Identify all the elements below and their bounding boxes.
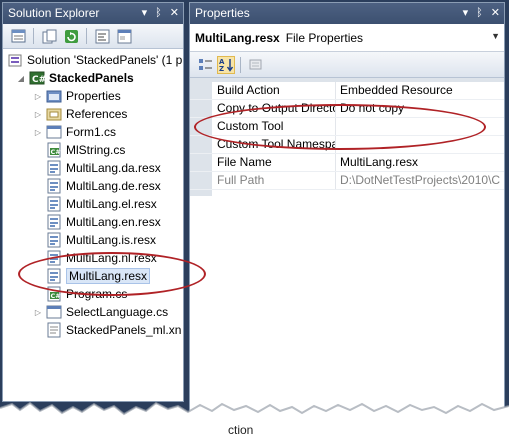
tree-item-label: Form1.cs <box>66 125 117 139</box>
object-type: File Properties <box>285 30 364 45</box>
tree-item[interactable]: MultiLang.da.resx <box>46 159 161 177</box>
annotation-oval-custom-tool <box>194 104 486 150</box>
tree-item-label: Properties <box>66 89 121 103</box>
svg-text:Z: Z <box>219 65 224 72</box>
tree-item[interactable]: ▷ References <box>33 105 127 123</box>
expand-arrow-icon[interactable]: ▷ <box>33 123 43 141</box>
form-icon <box>46 124 62 140</box>
tree-item-label: MultiLang.en.resx <box>66 215 161 229</box>
solution-explorer-title: Solution Explorer <box>8 6 100 20</box>
bottom-fragment-text: ction <box>228 423 254 437</box>
solution-explorer-title-bar[interactable]: Solution Explorer ▾ ᛒ ✕ <box>3 3 183 24</box>
tree-item-label: MultiLang.is.resx <box>66 233 157 247</box>
csharp-project-icon: C# <box>29 70 45 86</box>
resx-file-icon <box>46 196 62 212</box>
view-designer-button[interactable] <box>115 27 133 45</box>
property-name: File Name <box>212 154 336 171</box>
tree-item-label: References <box>66 107 128 121</box>
categorized-button[interactable] <box>196 56 214 74</box>
tree-item[interactable]: C# MlString.cs <box>46 141 125 159</box>
torn-edge <box>0 401 509 441</box>
property-value[interactable]: Embedded Resource <box>336 82 504 99</box>
solution-explorer-toolbar <box>3 24 183 49</box>
toolbar-separator <box>33 28 34 44</box>
resx-file-icon <box>46 232 62 248</box>
tree-item[interactable]: StackedPanels_ml.xn <box>46 321 181 339</box>
property-pages-button[interactable] <box>246 56 264 74</box>
csharp-file-icon: C# <box>46 142 62 158</box>
svg-text:C#: C# <box>51 292 61 300</box>
tree-item[interactable]: ▷ Properties <box>33 87 121 105</box>
dropdown-icon[interactable]: ▾ <box>142 3 148 24</box>
grid-spacer <box>190 190 504 196</box>
xml-file-icon <box>46 322 62 338</box>
tree-item[interactable]: MultiLang.is.resx <box>46 231 156 249</box>
resx-file-icon <box>46 160 62 176</box>
tree-item[interactable]: ▷ Form1.cs <box>33 123 116 141</box>
property-row-full-path[interactable]: Full Path D:\DotNetTestProjects\2010\C <box>190 172 504 190</box>
dropdown-icon[interactable]: ▾ <box>463 3 469 24</box>
property-row-file-name[interactable]: File Name MultiLang.resx <box>190 154 504 172</box>
expand-arrow-icon[interactable]: ▷ <box>33 105 43 123</box>
references-icon <box>46 106 62 122</box>
properties-title-bar[interactable]: Properties ▾ ᛒ ✕ <box>190 3 504 24</box>
pin-icon[interactable]: ᛒ <box>155 3 162 24</box>
property-row-build-action[interactable]: Build Action Embedded Resource <box>190 82 504 100</box>
tree-item-label: MultiLang.el.resx <box>66 197 157 211</box>
properties-button[interactable] <box>9 27 27 45</box>
property-value: D:\DotNetTestProjects\2010\C <box>340 173 501 187</box>
properties-title: Properties <box>195 6 250 20</box>
properties-folder-icon <box>46 88 62 104</box>
svg-text:C#: C# <box>51 148 61 156</box>
tree-item-solution[interactable]: Solution 'StackedPanels' (1 p <box>7 51 182 69</box>
expand-arrow-icon[interactable]: ▷ <box>33 87 43 105</box>
annotation-oval-multilang-resx <box>18 252 206 296</box>
solution-explorer-panel: Solution Explorer ▾ ᛒ ✕ Solution 'Stacke… <box>2 2 184 402</box>
collapse-arrow-icon[interactable]: ◢ <box>16 69 26 87</box>
toolbar-separator <box>86 28 87 44</box>
properties-toolbar: AZ <box>190 52 504 78</box>
object-name: MultiLang.resx <box>195 30 280 45</box>
tree-item-label: StackedPanels_ml.xn <box>66 323 182 337</box>
solution-label: Solution 'StackedPanels' (1 p <box>27 53 183 67</box>
show-all-files-button[interactable] <box>40 27 58 45</box>
toolbar-separator <box>240 56 241 73</box>
properties-panel: Properties ▾ ᛒ ✕ MultiLang.resx File Pro… <box>189 2 505 422</box>
expand-arrow-icon[interactable]: ▷ <box>33 303 43 321</box>
tree-item[interactable]: MultiLang.en.resx <box>46 213 161 231</box>
tree-item-label: MultiLang.de.resx <box>66 179 161 193</box>
chevron-down-icon[interactable]: ▼ <box>491 31 500 41</box>
tree-item[interactable]: MultiLang.de.resx <box>46 177 161 195</box>
project-label: StackedPanels <box>49 71 134 85</box>
object-selector[interactable]: MultiLang.resx File Properties ▼ <box>190 24 504 52</box>
svg-text:C#: C# <box>32 75 45 85</box>
form-icon <box>46 304 62 320</box>
pin-icon[interactable]: ᛒ <box>476 3 483 24</box>
resx-file-icon <box>46 214 62 230</box>
property-name: Build Action <box>212 82 336 99</box>
close-icon[interactable]: ✕ <box>170 3 179 24</box>
alphabetical-button[interactable]: AZ <box>217 55 235 74</box>
tree-item[interactable]: MultiLang.el.resx <box>46 195 157 213</box>
tree-item-label: MlString.cs <box>66 143 126 157</box>
property-value[interactable]: MultiLang.resx <box>336 154 504 171</box>
close-icon[interactable]: ✕ <box>491 3 500 24</box>
tree-item[interactable]: ▷ SelectLanguage.cs <box>33 303 168 321</box>
property-name: Full Path <box>212 172 336 189</box>
resx-file-icon <box>46 178 62 194</box>
tree-item-label: SelectLanguage.cs <box>66 305 169 319</box>
view-code-button[interactable] <box>93 27 111 45</box>
refresh-button[interactable] <box>62 27 80 45</box>
tree-item-label: MultiLang.da.resx <box>66 161 161 175</box>
tree-item-project[interactable]: ◢ C# StackedPanels <box>16 69 134 87</box>
solution-tree: Solution 'StackedPanels' (1 p ◢ C# Stack… <box>3 49 183 338</box>
solution-icon <box>7 52 23 68</box>
